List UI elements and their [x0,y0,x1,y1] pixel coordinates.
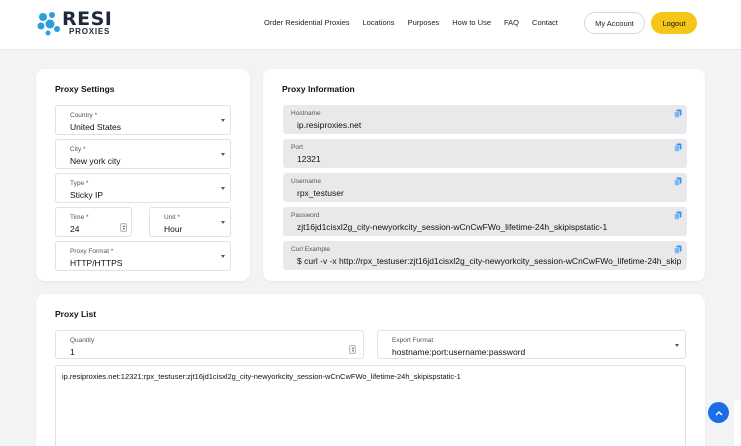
export-format-label: Export Format [392,337,434,344]
proxy-information-card: Proxy Information Hostname ip.resiproxie… [263,69,705,281]
country-value: United States [70,122,122,132]
quantity-input[interactable]: Quantity 1 [55,330,364,359]
country-select[interactable]: Country * United States [55,105,231,135]
nav-contact[interactable]: Contact [532,18,558,27]
username-value: rpx_testuser [297,188,344,198]
logout-button[interactable]: Logout [651,12,697,34]
chevron-down-icon [221,153,225,156]
city-select[interactable]: City * New york city [55,139,231,169]
copy-icon[interactable] [674,109,682,118]
copy-icon[interactable] [674,245,682,254]
proxy-format-select[interactable]: Proxy Format * HTTP/HTTPS [55,241,231,271]
proxy-list-output[interactable]: ip.resiproxies.net:12321:rpx_testuser:zj… [55,365,686,446]
unit-value: Hour [164,224,183,234]
curl-example-value: $ curl -v -x http://rpx_testuser:zjt16jd… [297,256,681,266]
unit-label: Unit * [164,214,180,221]
username-label: Username [291,178,321,185]
curl-example-label: Curl Example [291,246,331,253]
time-stepper[interactable] [120,223,127,232]
hostname-value: ip.resiproxies.net [297,120,362,130]
port-field: Port 12321 [283,139,687,168]
main-nav: Order Residential Proxies Locations Purp… [264,18,571,27]
nav-how-to-use[interactable]: How to Use [452,18,491,27]
export-format-value: hostname:port:username:password [392,347,526,357]
logo-text-proxies: PROXIES [69,27,111,36]
chevron-down-icon [675,344,679,347]
nav-locations[interactable]: Locations [362,18,394,27]
proxy-information-title: Proxy Information [282,84,355,94]
time-label: Time * [70,214,89,221]
nav-order-residential-proxies[interactable]: Order Residential Proxies [264,18,349,27]
copy-icon[interactable] [674,143,682,152]
copy-icon[interactable] [674,177,682,186]
city-label: City * [70,146,86,153]
arrow-up-icon [715,410,722,415]
proxy-settings-card: Proxy Settings Country * United States C… [36,69,250,281]
chevron-down-icon [221,119,225,122]
hostname-label: Hostname [291,110,321,117]
curl-example-field: Curl Example $ curl -v -x http://rpx_tes… [283,241,687,270]
top-header: RESI PROXIES Order Residential Proxies L… [0,0,741,50]
my-account-button[interactable]: My Account [584,12,645,34]
export-format-select[interactable]: Export Format hostname:port:username:pas… [377,330,686,359]
time-value: 24 [70,224,80,234]
chevron-down-icon [221,255,225,258]
port-value: 12321 [297,154,321,164]
password-field: Password zjt16jd1cisxl2g_city-newyorkcit… [283,207,687,236]
country-label: Country * [70,112,98,119]
type-value: Sticky IP [70,190,104,200]
hostname-field: Hostname ip.resiproxies.net [283,105,687,134]
copy-icon[interactable] [674,211,682,220]
quantity-stepper[interactable] [349,345,356,354]
quantity-value: 1 [70,347,75,357]
chevron-down-icon [221,221,225,224]
nav-faq[interactable]: FAQ [504,18,519,27]
type-select[interactable]: Type * Sticky IP [55,173,231,203]
time-input[interactable]: Time * 24 [55,207,132,237]
unit-select[interactable]: Unit * Hour [149,207,231,237]
type-label: Type * [70,180,89,187]
city-value: New york city [70,156,121,166]
password-value: zjt16jd1cisxl2g_city-newyorkcity_session… [297,222,608,232]
proxy-list-output-text: ip.resiproxies.net:12321:rpx_testuser:zj… [62,372,461,381]
username-field: Username rpx_testuser [283,173,687,202]
resi-proxies-logo[interactable]: RESI PROXIES [36,8,112,38]
page-edge [734,400,741,446]
port-label: Port [291,144,303,151]
proxy-list-title: Proxy List [55,309,97,319]
nav-purposes[interactable]: Purposes [408,18,440,27]
proxy-format-value: HTTP/HTTPS [70,258,123,268]
password-label: Password [291,212,320,219]
proxy-format-label: Proxy Format * [70,248,114,255]
logo-icon [37,12,60,36]
chevron-down-icon [221,187,225,190]
quantity-label: Quantity [70,337,95,344]
scroll-to-top-button[interactable] [708,402,729,423]
proxy-settings-title: Proxy Settings [55,84,115,94]
